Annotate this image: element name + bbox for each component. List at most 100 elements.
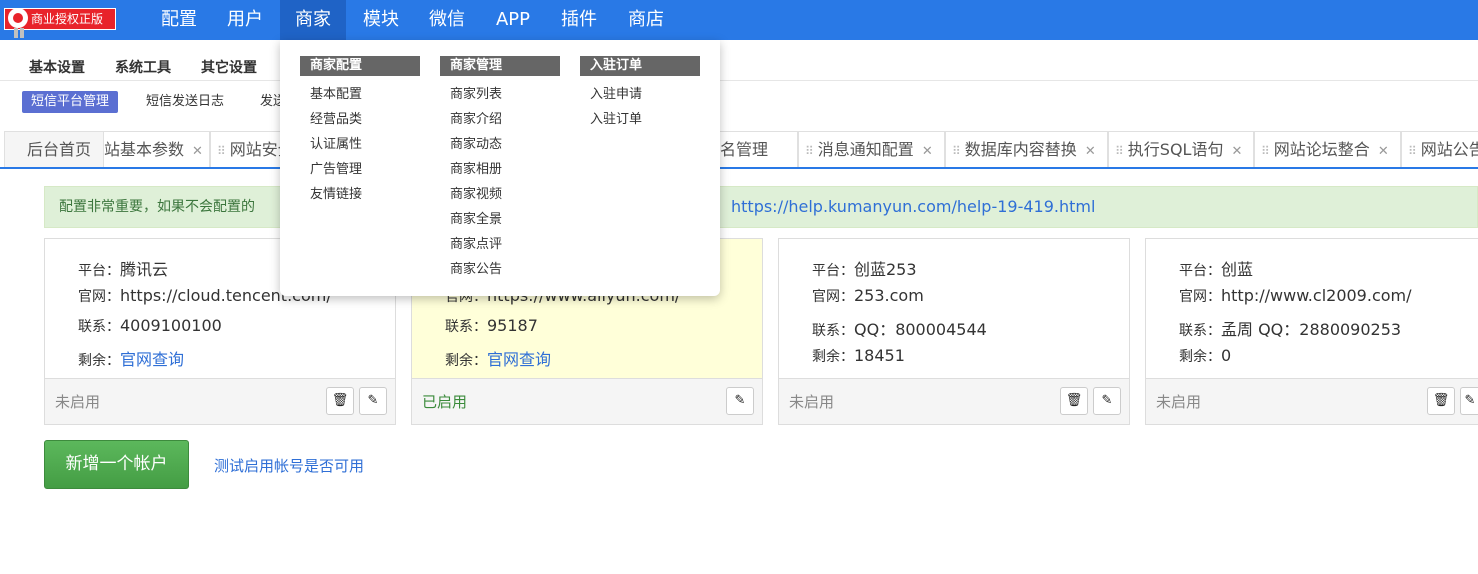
- tab-label: 网站论坛整合: [1273, 140, 1370, 159]
- tab-home[interactable]: 后台首页: [4, 131, 104, 167]
- settings-subnav: 基本设置 系统工具 其它设置: [0, 40, 1478, 81]
- remain-value: 0: [1221, 346, 1232, 365]
- drag-handle-icon[interactable]: ⠿: [217, 144, 226, 158]
- contact-label: 联系：: [1179, 323, 1221, 339]
- menu-item[interactable]: 基本配置: [300, 82, 420, 107]
- remain-label: 剩余：: [812, 349, 854, 365]
- menu-item[interactable]: 友情链接: [300, 182, 420, 207]
- contact-row: 联系：QQ：800004544: [812, 316, 987, 340]
- card-footer: 已启用 ✎: [412, 378, 762, 424]
- tab-label: 后台首页: [27, 140, 92, 159]
- tab-label: 消息通知配置: [817, 140, 914, 159]
- menu-item[interactable]: 认证属性: [300, 132, 420, 157]
- menu-item[interactable]: 商家视频: [440, 182, 560, 207]
- contact-label: 联系：: [78, 319, 120, 335]
- subnav-basic-settings[interactable]: 基本设置: [29, 57, 85, 77]
- platform-label: 平台：: [812, 263, 854, 279]
- drag-handle-icon[interactable]: ⠿: [952, 144, 961, 158]
- menu-item[interactable]: 商家介绍: [440, 107, 560, 132]
- dropdown-column-merchant-config: 商家配置 基本配置 经营品类 认证属性 广告管理 友情链接: [300, 56, 420, 207]
- close-icon[interactable]: ✕: [192, 144, 203, 159]
- platform-row: 平台：创蓝: [1179, 256, 1253, 280]
- contact-value: 4009100100: [120, 316, 222, 335]
- edit-button[interactable]: ✎: [1460, 387, 1478, 415]
- remain-row: 剩余：官网查询: [78, 346, 184, 370]
- edit-button[interactable]: ✎: [359, 387, 387, 415]
- nav-app[interactable]: APP: [482, 0, 544, 40]
- close-icon[interactable]: ✕: [922, 144, 933, 159]
- platform-label: 平台：: [1179, 263, 1221, 279]
- nav-merchant[interactable]: 商家: [280, 0, 346, 40]
- remain-row: 剩余：18451: [812, 346, 905, 366]
- drag-handle-icon[interactable]: ⠿: [1115, 144, 1124, 158]
- add-account-button[interactable]: 新增一个帐户: [44, 440, 189, 489]
- menu-item[interactable]: 商家公告: [440, 257, 560, 282]
- tab-forum-integration[interactable]: ⠿ 网站论坛整合 ✕: [1254, 131, 1401, 167]
- menu-item[interactable]: 商家点评: [440, 232, 560, 257]
- tab-site-security[interactable]: ⠿ 网站安全: [210, 131, 290, 167]
- contact-row: 联系：4009100100: [78, 316, 222, 336]
- tab-exec-sql[interactable]: ⠿ 执行SQL语句 ✕: [1108, 131, 1254, 167]
- contact-row: 联系：95187: [445, 316, 538, 336]
- subnav-sms-platform[interactable]: 短信平台管理: [22, 91, 119, 113]
- nav-plugins[interactable]: 插件: [548, 0, 610, 40]
- tab-label: 名管理: [720, 140, 769, 159]
- platform-value: 创蓝: [1221, 260, 1254, 279]
- alert-text: 配置非常重要，如果不会配置的: [59, 199, 255, 215]
- dropdown-column-title: 商家配置: [300, 56, 420, 76]
- edit-icon: ✎: [734, 393, 746, 408]
- menu-item[interactable]: 入驻订单: [580, 107, 700, 132]
- nav-config[interactable]: 配置: [148, 0, 210, 40]
- nav-modules[interactable]: 模块: [350, 0, 412, 40]
- card-footer: 未启用 🗑 ✎: [779, 378, 1129, 424]
- nav-users[interactable]: 用户: [214, 0, 276, 40]
- menu-item[interactable]: 商家全景: [440, 207, 560, 232]
- nav-store[interactable]: 商店: [614, 0, 678, 40]
- drag-handle-icon[interactable]: ⠿: [1408, 144, 1417, 158]
- drag-handle-icon[interactable]: ⠿: [1261, 144, 1270, 158]
- tab-name-manage[interactable]: 名管理: [716, 131, 798, 167]
- card-footer: 未启用 🗑 ✎: [45, 378, 395, 424]
- nav-wechat[interactable]: 微信: [416, 0, 478, 40]
- contact-value: QQ：800004544: [854, 320, 987, 339]
- menu-item[interactable]: 商家列表: [440, 82, 560, 107]
- remain-label: 剩余：: [445, 353, 487, 369]
- edit-button[interactable]: ✎: [1093, 387, 1121, 415]
- tab-site-notice[interactable]: ⠿网站公告: [1401, 131, 1478, 167]
- remain-label: 剩余：: [78, 353, 120, 369]
- platform-row: 平台：腾讯云: [78, 256, 168, 280]
- close-icon[interactable]: ✕: [1231, 144, 1242, 159]
- drag-handle-icon[interactable]: ⠿: [805, 144, 814, 158]
- menu-item[interactable]: 经营品类: [300, 107, 420, 132]
- menu-item[interactable]: 商家动态: [440, 132, 560, 157]
- menu-item[interactable]: 商家相册: [440, 157, 560, 182]
- remain-row: 剩余：0: [1179, 346, 1231, 366]
- subnav-other-settings[interactable]: 其它设置: [201, 57, 257, 77]
- tab-db-replace[interactable]: ⠿ 数据库内容替换 ✕: [945, 131, 1108, 167]
- menu-item[interactable]: 入驻申请: [580, 82, 700, 107]
- contact-value: 孟周 QQ：2880090253: [1221, 320, 1402, 339]
- remain-row: 剩余：官网查询: [445, 346, 551, 370]
- trash-icon: 🗑: [1432, 393, 1450, 408]
- remain-query-link[interactable]: 官网查询: [120, 350, 184, 369]
- close-icon[interactable]: ✕: [1378, 144, 1389, 159]
- tab-notify-config[interactable]: ⠿ 消息通知配置 ✕: [798, 131, 945, 167]
- dropdown-column-title: 入驻订单: [580, 56, 700, 76]
- delete-button[interactable]: 🗑: [326, 387, 354, 415]
- tab-label: 站基本参数: [104, 140, 185, 159]
- platform-value: 腾讯云: [120, 260, 169, 279]
- test-account-link[interactable]: 测试启用帐号是否可用: [214, 455, 364, 476]
- contact-label: 联系：: [445, 319, 487, 335]
- delete-button[interactable]: 🗑: [1060, 387, 1088, 415]
- delete-button[interactable]: 🗑: [1427, 387, 1455, 415]
- menu-item[interactable]: 广告管理: [300, 157, 420, 182]
- remain-query-link[interactable]: 官网查询: [487, 350, 551, 369]
- dropdown-column-merchant-manage: 商家管理 商家列表 商家介绍 商家动态 商家相册 商家视频 商家全景 商家点评 …: [440, 56, 560, 282]
- close-icon[interactable]: ✕: [1085, 144, 1096, 159]
- ribbon-icon: [14, 28, 26, 38]
- edit-button[interactable]: ✎: [726, 387, 754, 415]
- help-link[interactable]: https://help.kumanyun.com/help-19-419.ht…: [731, 187, 1095, 227]
- subnav-system-tools[interactable]: 系统工具: [115, 57, 171, 77]
- subnav-sms-log[interactable]: 短信发送日志: [146, 91, 224, 113]
- tab-basic-params[interactable]: 站基本参数 ✕: [104, 131, 210, 167]
